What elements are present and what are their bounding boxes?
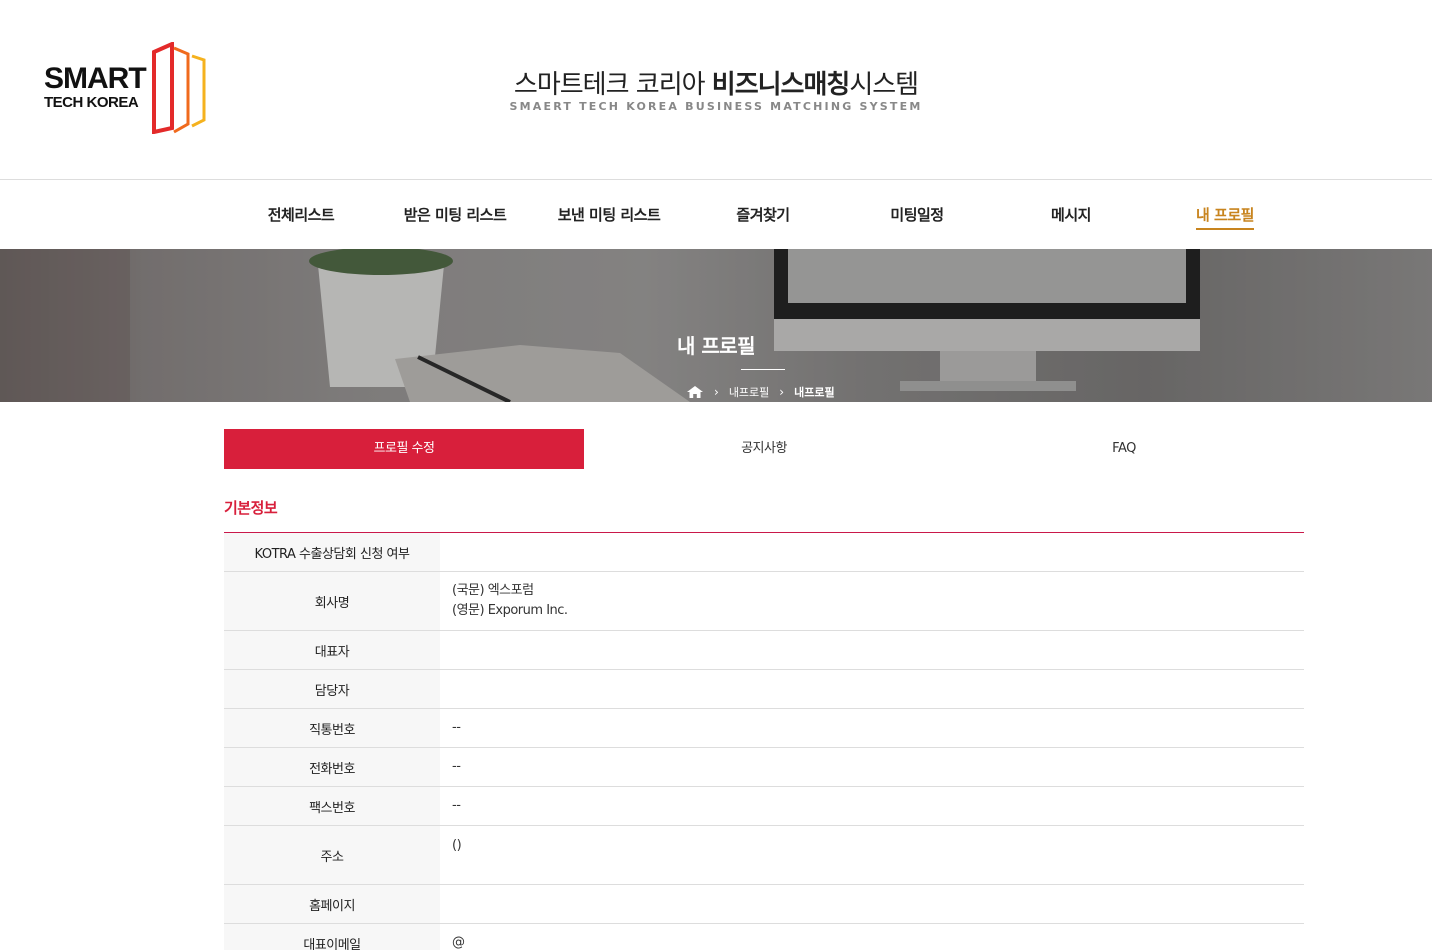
table-row: 주소 () bbox=[224, 826, 1304, 885]
company-name-english: (영문) Exporum Inc. bbox=[452, 603, 568, 618]
site-title: 스마트테크 코리아 비즈니스매칭시스템 bbox=[0, 64, 1432, 101]
breadcrumb: › 내프로필 › 내프로필 bbox=[686, 384, 835, 400]
nav-item-label: 메시지 bbox=[1051, 206, 1091, 224]
row-label: 홈페이지 bbox=[224, 885, 440, 923]
tab-faq[interactable]: FAQ bbox=[944, 429, 1304, 469]
row-label: 대표자 bbox=[224, 631, 440, 669]
nav-item-label: 즐겨찾기 bbox=[736, 206, 790, 224]
site-title-normal: 스마트테크 코리아 bbox=[513, 70, 712, 100]
breadcrumb-item[interactable]: 내프로필 bbox=[729, 384, 769, 400]
row-label: 전화번호 bbox=[224, 748, 440, 786]
table-row: 담당자 bbox=[224, 670, 1304, 709]
page-banner bbox=[0, 249, 1432, 402]
nav-item-received-meetings[interactable]: 받은 미팅 리스트 bbox=[378, 181, 532, 249]
title-divider bbox=[741, 369, 785, 370]
table-row: 직통번호 -- bbox=[224, 709, 1304, 748]
nav-item-meeting-schedule[interactable]: 미팅일정 bbox=[840, 181, 994, 249]
tab-notices[interactable]: 공지사항 bbox=[584, 429, 944, 469]
banner-overlay bbox=[0, 249, 1432, 402]
row-value-text: @ bbox=[452, 935, 465, 950]
row-value bbox=[440, 631, 1304, 669]
site-title-bold: 비즈니스매칭 bbox=[711, 70, 851, 100]
nav-item-label: 받은 미팅 리스트 bbox=[403, 206, 507, 224]
row-value-text: -- bbox=[452, 798, 461, 813]
row-value: -- bbox=[440, 709, 1304, 747]
tab-edit-profile[interactable]: 프로필 수정 bbox=[224, 429, 584, 469]
basic-info-table: KOTRA 수출상담회 신청 여부 회사명 (국문) 엑스포럼 (영문) Exp… bbox=[224, 532, 1304, 950]
row-label: 직통번호 bbox=[224, 709, 440, 747]
nav-item-label: 보낸 미팅 리스트 bbox=[557, 206, 661, 224]
row-value: -- bbox=[440, 787, 1304, 825]
row-value: () bbox=[440, 826, 1304, 884]
site-title-end: 시스템 bbox=[849, 70, 919, 100]
profile-tabs: 프로필 수정 공지사항 FAQ bbox=[224, 429, 1304, 469]
row-value bbox=[440, 670, 1304, 708]
row-value: @ bbox=[440, 924, 1304, 950]
main-nav: 전체리스트 받은 미팅 리스트 보낸 미팅 리스트 즐겨찾기 미팅일정 메시지 … bbox=[224, 181, 1304, 249]
page-title: 내 프로필 bbox=[676, 334, 756, 358]
nav-item-messages[interactable]: 메시지 bbox=[994, 181, 1148, 249]
nav-item-label: 미팅일정 bbox=[890, 206, 944, 224]
table-row: 회사명 (국문) 엑스포럼 (영문) Exporum Inc. bbox=[224, 572, 1304, 631]
nav-item-all-list[interactable]: 전체리스트 bbox=[224, 181, 378, 249]
nav-item-sent-meetings[interactable]: 보낸 미팅 리스트 bbox=[532, 181, 686, 249]
row-label: 회사명 bbox=[224, 572, 440, 630]
table-row: 대표이메일 @ bbox=[224, 924, 1304, 950]
home-icon[interactable] bbox=[686, 385, 704, 399]
row-label: KOTRA 수출상담회 신청 여부 bbox=[224, 533, 440, 571]
table-row: 홈페이지 bbox=[224, 885, 1304, 924]
chevron-right-icon: › bbox=[779, 385, 785, 399]
site-header: SMART TECH KOREA 스마트테크 코리아 비즈니스매칭시스템 SMA… bbox=[0, 0, 1432, 180]
row-value-text: -- bbox=[452, 759, 461, 774]
row-value-text: -- bbox=[452, 720, 461, 735]
nav-item-favorites[interactable]: 즐겨찾기 bbox=[686, 181, 840, 249]
row-value: -- bbox=[440, 748, 1304, 786]
table-row: 팩스번호 -- bbox=[224, 787, 1304, 826]
table-row: KOTRA 수출상담회 신청 여부 bbox=[224, 533, 1304, 572]
row-label: 주소 bbox=[224, 826, 440, 884]
nav-item-label: 전체리스트 bbox=[267, 206, 335, 224]
row-label: 팩스번호 bbox=[224, 787, 440, 825]
row-value bbox=[440, 533, 1304, 571]
row-label: 대표이메일 bbox=[224, 924, 440, 950]
table-row: 전화번호 -- bbox=[224, 748, 1304, 787]
nav-item-label: 내 프로필 bbox=[1196, 206, 1254, 230]
breadcrumb-current: 내프로필 bbox=[794, 386, 835, 399]
company-name-korean: (국문) 엑스포럼 bbox=[452, 583, 534, 598]
nav-item-my-profile[interactable]: 내 프로필 bbox=[1148, 181, 1302, 249]
row-value-text: () bbox=[452, 838, 462, 853]
row-value: (국문) 엑스포럼 (영문) Exporum Inc. bbox=[440, 572, 1304, 630]
site-subtitle: SMAERT TECH KOREA BUSINESS MATCHING SYST… bbox=[509, 100, 923, 113]
section-title: 기본정보 bbox=[224, 499, 278, 517]
row-value bbox=[440, 885, 1304, 923]
chevron-right-icon: › bbox=[714, 385, 719, 399]
table-row: 대표자 bbox=[224, 631, 1304, 670]
row-label: 담당자 bbox=[224, 670, 440, 708]
